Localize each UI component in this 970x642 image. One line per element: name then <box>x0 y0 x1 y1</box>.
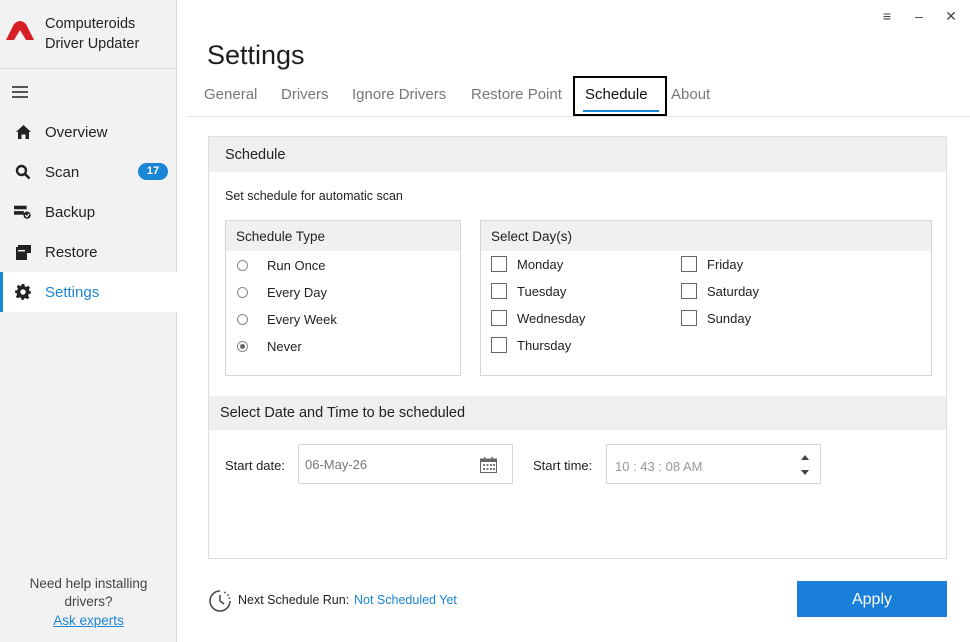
checkbox[interactable] <box>681 310 697 326</box>
app-name: Computeroids Driver Updater <box>45 16 140 52</box>
menu-icon[interactable]: ≡ <box>878 6 896 26</box>
home-icon <box>14 123 32 141</box>
checkbox-sunday[interactable]: Sunday <box>681 310 751 326</box>
radio-button[interactable] <box>237 314 248 325</box>
sidebar-item-scan[interactable]: Scan 17 <box>0 152 177 192</box>
calendar-icon[interactable] <box>480 457 497 473</box>
active-tab-indicator <box>583 110 659 112</box>
sidebar-item-label: Backup <box>45 203 96 221</box>
start-time-label: Start time: <box>533 458 593 473</box>
search-icon <box>14 163 32 181</box>
radio-button-selected[interactable] <box>237 341 248 352</box>
checkbox-label: Saturday <box>707 283 760 299</box>
radio-every-week[interactable]: Every Week <box>237 312 337 327</box>
radio-never[interactable]: Never <box>237 339 302 354</box>
sidebar-item-label: Overview <box>45 123 108 141</box>
help-section: Need help installing drivers? Ask expert… <box>0 575 177 630</box>
sidebar-nav: Overview Scan 17 Backup Restore Settings <box>0 112 177 312</box>
checkbox-thursday[interactable]: Thursday <box>491 337 571 353</box>
sidebar: Computeroids Driver Updater Overview Sca… <box>0 0 177 642</box>
schedule-heading: Schedule <box>209 137 946 172</box>
start-date-label: Start date: <box>225 458 285 473</box>
checkbox-label: Sunday <box>707 310 752 326</box>
checkbox-friday[interactable]: Friday <box>681 256 743 272</box>
datetime-heading: Select Date and Time to be scheduled <box>209 396 946 430</box>
checkbox-label: Wednesday <box>517 310 586 326</box>
select-days-group: Select Day(s) Monday Tuesday Wednesday T… <box>480 220 932 376</box>
close-button[interactable]: ✕ <box>942 6 960 26</box>
help-text: drivers? <box>64 594 113 609</box>
apply-button[interactable]: Apply <box>797 581 947 617</box>
sidebar-item-label: Scan <box>45 163 80 181</box>
brand-logo-icon <box>6 21 34 40</box>
start-date-picker[interactable]: 06-May-26 <box>298 444 513 484</box>
schedule-type-group: Schedule Type Run Once Every Day Every W… <box>225 220 461 376</box>
tab-ignore-drivers[interactable]: Ignore Drivers <box>352 86 446 103</box>
minimize-button[interactable]: – <box>910 6 928 26</box>
checkbox-saturday[interactable]: Saturday <box>681 283 759 299</box>
tabs-divider <box>188 116 970 117</box>
checkbox[interactable] <box>681 283 697 299</box>
time-spinner-icon[interactable] <box>800 452 810 478</box>
tab-drivers[interactable]: Drivers <box>281 86 329 103</box>
radio-label: Every Day <box>267 285 327 300</box>
radio-button[interactable] <box>237 260 248 271</box>
radio-button[interactable] <box>237 287 248 298</box>
radio-every-day[interactable]: Every Day <box>237 285 327 300</box>
select-days-heading: Select Day(s) <box>481 221 931 251</box>
checkbox[interactable] <box>491 337 507 353</box>
checkbox-monday[interactable]: Monday <box>491 256 563 272</box>
checkbox-tuesday[interactable]: Tuesday <box>491 283 566 299</box>
schedule-type-heading: Schedule Type <box>226 221 460 251</box>
radio-run-once[interactable]: Run Once <box>237 258 326 273</box>
window-controls: ≡ – ✕ <box>878 6 960 26</box>
sidebar-item-restore[interactable]: Restore <box>0 232 177 272</box>
checkbox-label: Thursday <box>517 337 572 353</box>
sidebar-item-overview[interactable]: Overview <box>0 112 177 152</box>
next-schedule-label: Next Schedule Run: <box>238 593 350 607</box>
hamburger-menu-icon[interactable] <box>12 86 28 98</box>
checkbox-label: Friday <box>707 256 744 272</box>
start-time-value: 10 : 43 : 08 AM <box>615 459 703 474</box>
tab-about[interactable]: About <box>671 86 710 103</box>
checkbox[interactable] <box>491 283 507 299</box>
schedule-subtitle: Set schedule for automatic scan <box>225 189 403 203</box>
restore-icon <box>14 243 32 261</box>
ask-experts-link[interactable]: Ask experts <box>53 612 124 630</box>
tab-general[interactable]: General <box>204 86 257 103</box>
next-schedule-value: Not Scheduled Yet <box>354 593 457 607</box>
radio-label: Never <box>267 339 302 354</box>
schedule-clock-icon <box>209 590 231 612</box>
sidebar-item-settings[interactable]: Settings <box>0 272 177 312</box>
tab-schedule[interactable]: Schedule <box>585 86 648 103</box>
start-time-picker[interactable]: 10 : 43 : 08 AM <box>606 444 821 484</box>
sidebar-item-label: Restore <box>45 243 98 261</box>
help-text: Need help installing <box>29 576 148 591</box>
tab-restore-point[interactable]: Restore Point <box>471 86 562 103</box>
brand: Computeroids Driver Updater <box>0 10 177 60</box>
sidebar-item-backup[interactable]: Backup <box>0 192 177 232</box>
checkbox-label: Tuesday <box>517 283 567 299</box>
schedule-panel: Schedule Set schedule for automatic scan… <box>208 136 947 559</box>
checkbox[interactable] <box>491 256 507 272</box>
backup-icon <box>14 203 32 221</box>
radio-label: Run Once <box>267 258 326 273</box>
page-title: Settings <box>207 40 305 70</box>
checkbox[interactable] <box>681 256 697 272</box>
start-date-value: 06-May-26 <box>305 457 368 472</box>
gear-icon <box>14 283 32 301</box>
checkbox[interactable] <box>491 310 507 326</box>
sidebar-item-label: Settings <box>45 283 100 301</box>
radio-label: Every Week <box>267 312 337 327</box>
checkbox-label: Monday <box>517 256 564 272</box>
sidebar-divider <box>0 68 177 69</box>
checkbox-wednesday[interactable]: Wednesday <box>491 310 585 326</box>
scan-count-badge: 17 <box>138 163 168 180</box>
